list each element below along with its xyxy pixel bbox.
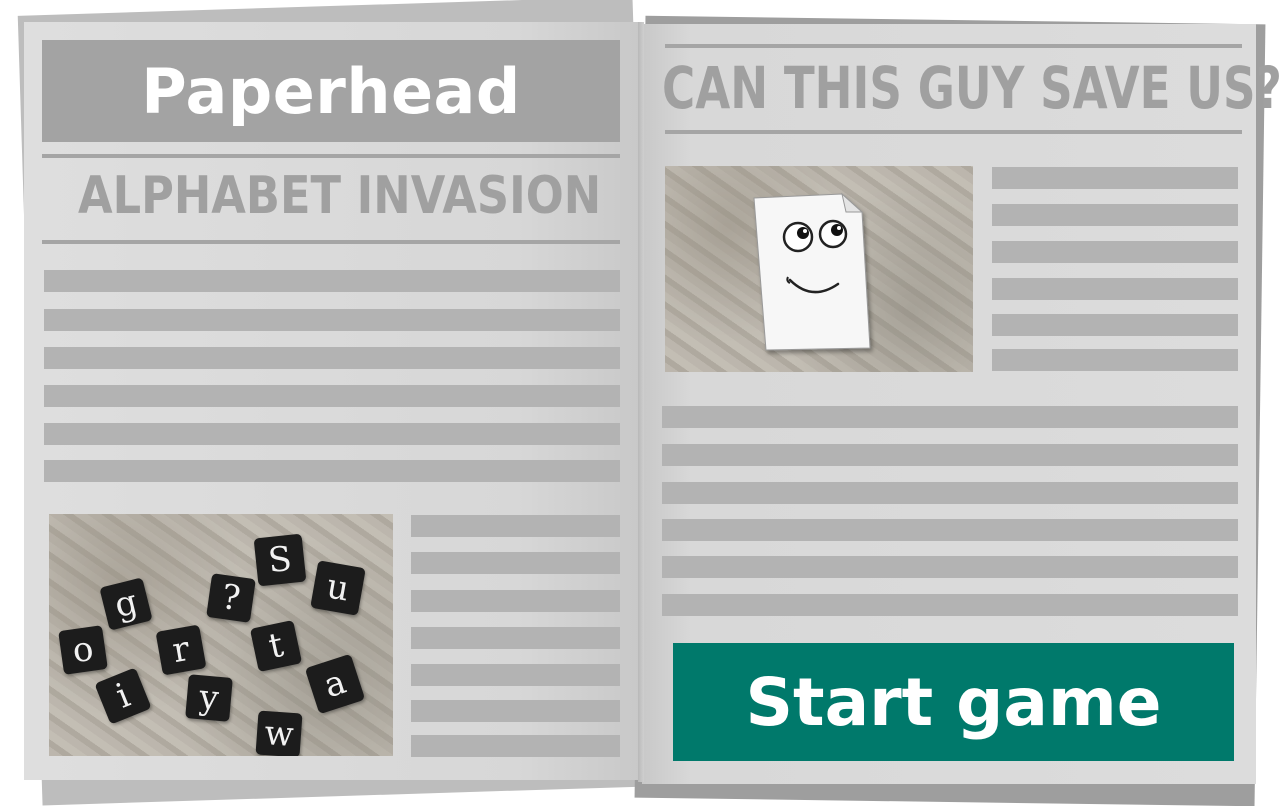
paperhead-photo bbox=[665, 166, 973, 372]
newspaper-spine bbox=[638, 22, 644, 782]
divider bbox=[665, 130, 1242, 134]
text-line bbox=[662, 406, 1238, 428]
text-line bbox=[411, 735, 620, 757]
alphabet-invasion-photo: g ? S u o r t i y a w bbox=[49, 514, 393, 756]
text-line bbox=[662, 519, 1238, 541]
title-banner: Paperhead bbox=[42, 40, 620, 142]
letter-tile: o bbox=[58, 625, 108, 675]
divider bbox=[42, 154, 620, 158]
text-line bbox=[411, 700, 620, 722]
letter-tile: u bbox=[310, 560, 366, 616]
text-line bbox=[411, 627, 620, 649]
start-game-button[interactable]: Start game bbox=[673, 643, 1234, 761]
text-line bbox=[662, 594, 1238, 616]
letter-tile: r bbox=[155, 624, 207, 676]
text-line bbox=[992, 278, 1238, 300]
letter-tile: ? bbox=[206, 573, 256, 623]
text-line bbox=[662, 556, 1238, 578]
text-line bbox=[44, 460, 620, 482]
letter-tile: t bbox=[249, 619, 303, 673]
text-line bbox=[411, 664, 620, 686]
text-line bbox=[411, 552, 620, 574]
text-line bbox=[992, 241, 1238, 263]
letter-tile: S bbox=[253, 533, 307, 587]
text-line bbox=[992, 314, 1238, 336]
text-line bbox=[44, 385, 620, 407]
text-line bbox=[662, 482, 1238, 504]
text-line bbox=[411, 590, 620, 612]
divider bbox=[665, 44, 1242, 48]
text-line bbox=[44, 309, 620, 331]
divider bbox=[42, 240, 620, 244]
text-line bbox=[44, 423, 620, 445]
text-line bbox=[992, 349, 1238, 371]
letter-tile: g bbox=[99, 577, 153, 631]
game-title: Paperhead bbox=[141, 54, 521, 128]
right-headline: CAN THIS GUY SAVE US? bbox=[662, 54, 1280, 122]
text-line bbox=[992, 167, 1238, 189]
game-subtitle: ALPHABET INVASION bbox=[78, 166, 602, 226]
text-line bbox=[411, 515, 620, 537]
text-line bbox=[44, 347, 620, 369]
letter-tile: w bbox=[255, 710, 303, 756]
start-game-label: Start game bbox=[745, 663, 1162, 741]
letter-tile: a bbox=[304, 653, 366, 715]
text-line bbox=[44, 270, 620, 292]
text-line bbox=[992, 204, 1238, 226]
paper-sheet-face-icon bbox=[753, 192, 871, 351]
text-line bbox=[662, 444, 1238, 466]
letter-tile: i bbox=[94, 667, 152, 725]
letter-tile: y bbox=[185, 674, 233, 722]
